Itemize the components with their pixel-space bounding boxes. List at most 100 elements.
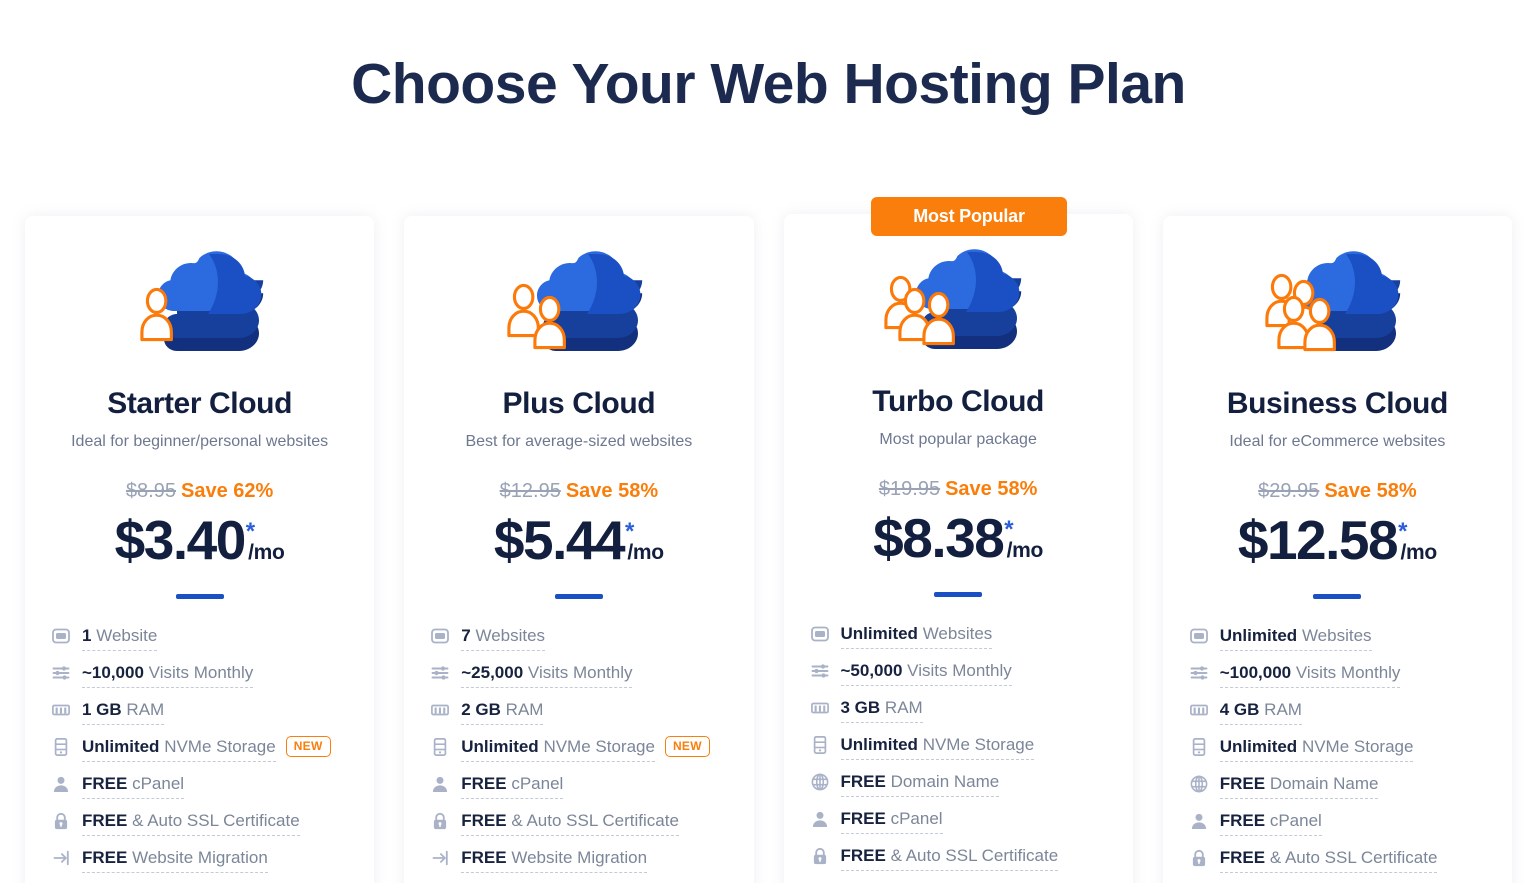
discount-row: $19.95 Save 58% [810, 476, 1107, 502]
pricing-card[interactable]: Plus Cloud Best for average-sized websit… [404, 216, 754, 883]
feature-label: Visits Monthly [148, 663, 254, 682]
original-price: $8.95 [125, 480, 176, 502]
feature-item: FREE & Auto SSL Certificate [51, 809, 348, 846]
feature-item: Unlimited NVMe Storage NEW [51, 735, 348, 772]
feature-item: FREE cPanel [1189, 809, 1486, 846]
feature-label: Website Migration [511, 848, 648, 867]
feature-text: 4 GB RAM [1219, 698, 1302, 725]
feature-text: Unlimited NVMe Storage [840, 733, 1035, 760]
feature-label: RAM [505, 700, 544, 719]
feature-label: NVMe Storage [1301, 737, 1414, 756]
feature-item: ~10,000 Visits Monthly [51, 661, 348, 698]
feature-value: FREE [840, 809, 886, 828]
feature-text: FREE Domain Name [1219, 772, 1379, 799]
lock-icon [1189, 848, 1209, 868]
plan-name: Business Cloud [1226, 387, 1449, 420]
feature-item: 1 Website [51, 624, 348, 661]
original-price: $12.95 [499, 480, 561, 502]
feature-item: 3 GB RAM [810, 696, 1107, 733]
feature-label: & Auto SSL Certificate [132, 811, 300, 830]
feature-text: 1 GB RAM [82, 698, 165, 725]
feature-item: ~25,000 Visits Monthly [430, 661, 727, 698]
feature-value: 7 [461, 626, 471, 645]
price-amount: $3.40 [114, 509, 247, 571]
price-divider [175, 594, 224, 599]
feature-item: 2 GB RAM [430, 698, 727, 735]
feature-item: ~50,000 Visits Monthly [810, 659, 1107, 696]
feature-text: ~50,000 Visits Monthly [840, 659, 1012, 686]
feature-item: Unlimited Websites [1189, 624, 1486, 661]
feature-item: FREE & Auto SSL Certificate [810, 844, 1107, 881]
feature-item: 7 Websites [430, 624, 727, 661]
feature-text: FREE cPanel [840, 807, 943, 834]
globe-icon [1189, 774, 1209, 794]
sliders-icon [810, 661, 830, 681]
feature-label: cPanel [511, 774, 564, 793]
feature-item: Unlimited NVMe Storage [810, 733, 1107, 770]
pricing-card[interactable]: Turbo Cloud Most popular package $19.95 S… [783, 214, 1133, 883]
feature-value: ~10,000 [82, 663, 144, 682]
plan-tagline: Ideal for beginner/personal websites [71, 433, 329, 450]
price-row: $3.40*/mo [51, 508, 348, 572]
plan-name: Starter Cloud [107, 387, 293, 420]
lock-icon [810, 846, 830, 866]
feature-text: FREE & Auto SSL Certificate [840, 844, 1059, 871]
feature-text: Unlimited NVMe Storage [1219, 735, 1414, 762]
feature-label: Visits Monthly [907, 661, 1012, 680]
feature-value: 1 GB [82, 700, 122, 719]
feature-item: FREE Domain Name [1189, 772, 1486, 809]
feature-text: Unlimited Websites [1219, 624, 1372, 651]
feature-text: FREE cPanel [82, 772, 185, 799]
feature-text: 7 Websites [461, 624, 546, 651]
lock-icon [430, 811, 450, 831]
pricing-card[interactable]: Business Cloud Ideal for eCommerce websi… [1162, 216, 1512, 883]
feature-text: 2 GB RAM [461, 698, 544, 725]
feature-label: & Auto SSL Certificate [511, 811, 679, 830]
feature-value: ~100,000 [1219, 663, 1292, 682]
plan-name: Turbo Cloud [872, 385, 1044, 418]
discount-row: $29.95 Save 58% [1189, 478, 1486, 504]
price-row: $12.58*/mo [1189, 508, 1486, 572]
price-divider [1313, 594, 1362, 599]
ram-icon [810, 698, 830, 718]
user-icon [430, 774, 450, 794]
feature-value: Unlimited [1219, 626, 1298, 645]
feature-value: FREE [1219, 848, 1266, 867]
save-percent: Save 62% [181, 480, 274, 502]
feature-label: Websites [475, 626, 546, 645]
feature-value: FREE [461, 811, 507, 830]
pricing-page: Choose Your Web Hosting Plan Most Popula… [0, 0, 1537, 883]
feature-value: Unlimited [840, 735, 918, 754]
feature-text: Unlimited Websites [840, 622, 993, 649]
most-popular-badge: Most Popular [871, 197, 1067, 236]
original-price: $29.95 [1258, 480, 1320, 502]
save-percent: Save 58% [1324, 480, 1417, 502]
feature-label: RAM [126, 700, 165, 719]
price-period: /mo [1400, 541, 1437, 564]
feature-value: FREE [1219, 774, 1266, 793]
original-price: $19.95 [878, 478, 941, 500]
price-divider [554, 594, 603, 599]
feature-item: FREE & Auto SSL Certificate [1189, 846, 1486, 883]
feature-item: FREE Domain Name [810, 770, 1107, 807]
feature-value: Unlimited [82, 737, 160, 756]
lock-icon [51, 811, 71, 831]
discount-row: $8.95 Save 62% [51, 478, 348, 504]
feature-value: ~25,000 [461, 663, 524, 682]
pricing-card[interactable]: Starter Cloud Ideal for beginner/persona… [25, 216, 375, 883]
page-title: Choose Your Web Hosting Plan [351, 52, 1186, 116]
price-amount: $5.44 [493, 509, 626, 571]
feature-value: Unlimited [840, 624, 918, 643]
price-row: $5.44*/mo [430, 508, 727, 572]
feature-label: Domain Name [890, 772, 1000, 791]
feature-value: Unlimited [461, 737, 539, 756]
cloud-illustration [430, 251, 727, 364]
feature-text: FREE cPanel [1219, 809, 1322, 836]
feature-item: ~100,000 Visits Monthly [1189, 661, 1486, 698]
feature-value: FREE [82, 848, 128, 867]
feature-label: cPanel [1269, 811, 1322, 830]
feature-label: NVMe Storage [164, 737, 276, 756]
feature-item: Unlimited NVMe Storage [1189, 735, 1486, 772]
migration-icon [430, 848, 450, 868]
feature-label: & Auto SSL Certificate [890, 846, 1059, 865]
